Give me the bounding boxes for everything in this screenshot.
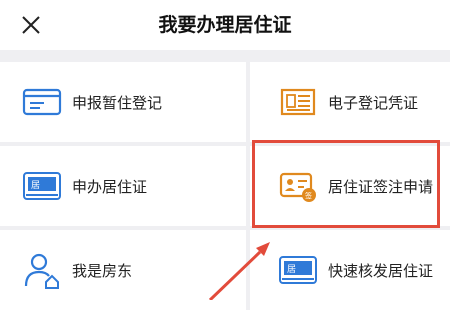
card-label: 电子登记凭证 [328,93,419,112]
fast-issue-residence-permit-button[interactable]: 居 快速核发居住证 [250,230,450,310]
document-lines-icon [280,88,316,116]
top-bar: 我要办理居住证 [0,0,450,50]
apply-temporary-residence-registration-button[interactable]: 申报暂住登记 [0,62,246,142]
card-label: 申办居住证 [72,177,148,196]
landlord-person-icon [24,253,59,289]
residence-card-icon: 居 [23,172,61,200]
page-title: 我要办理居住证 [158,14,292,36]
residence-permit-endorsement-application-button[interactable]: 签 居住证签注申请 [250,146,450,226]
card-label: 居住证签注申请 [328,177,434,196]
i-am-landlord-button[interactable]: 我是房东 [0,230,246,310]
card-label: 快速核发居住证 [328,261,434,280]
id-card-form-icon [22,88,62,116]
svg-text:签: 签 [305,191,312,200]
card-label: 申报暂住登记 [72,93,163,112]
residence-card-icon: 居 [279,256,317,284]
endorsement-card-icon: 签 [279,172,316,202]
svg-text:居: 居 [31,180,40,191]
electronic-registration-certificate-button[interactable]: 电子登记凭证 [250,62,450,142]
svg-text:居: 居 [287,264,296,275]
apply-residence-permit-button[interactable]: 居 申办居住证 [0,146,246,226]
card-label: 我是房东 [72,261,133,280]
